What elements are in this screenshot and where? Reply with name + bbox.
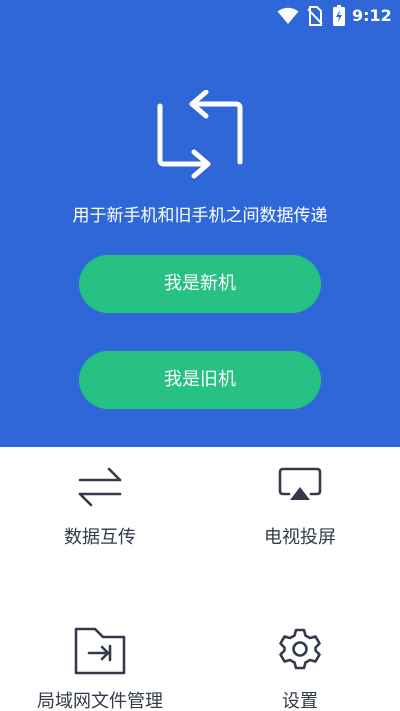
feature-lan-file-manager[interactable]: 局域网文件管理 [0, 600, 200, 711]
new-phone-button[interactable]: 我是新机 [79, 255, 321, 313]
tagline: 用于新手机和旧手机之间数据传递 [72, 206, 328, 226]
feature-label: 数据互传 [64, 527, 136, 548]
no-sim-icon [307, 6, 323, 26]
feature-settings[interactable]: 设置 [200, 600, 400, 711]
screen-cast-icon [278, 467, 322, 500]
transfer-arrows-icon [78, 467, 122, 507]
battery-charging-icon [333, 5, 345, 26]
feature-label: 电视投屏 [264, 527, 336, 548]
status-time: 9:12 [352, 6, 392, 25]
old-phone-button[interactable]: 我是旧机 [79, 351, 321, 409]
wifi-icon [277, 7, 299, 24]
hero-banner: 9:12 用于新手机和旧手机之间数据传递 我是新机 我是旧机 [0, 0, 400, 447]
feature-data-transfer[interactable]: 数据互传 [0, 447, 200, 597]
folder-export-icon [74, 627, 126, 675]
feature-label: 局域网文件管理 [37, 691, 163, 711]
feature-tv-cast[interactable]: 电视投屏 [200, 447, 400, 597]
gear-icon [279, 628, 321, 670]
sync-arrows-icon [157, 90, 243, 179]
status-bar: 9:12 [0, 0, 400, 32]
feature-label: 设置 [282, 691, 318, 711]
